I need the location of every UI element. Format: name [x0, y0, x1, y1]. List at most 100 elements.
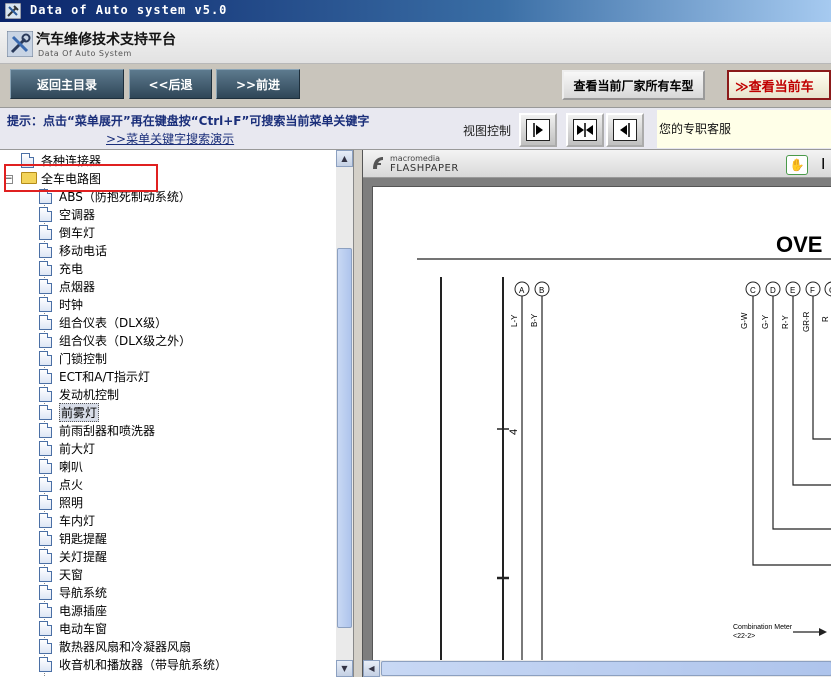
document-icon [39, 314, 52, 330]
wire-label-r: R [821, 316, 830, 322]
tree-item[interactable]: 前雾灯 [39, 402, 100, 422]
svg-text:C: C [750, 286, 756, 295]
tree-item-label: 散热器风扇和冷凝器风扇 [59, 639, 192, 654]
wire-label-gy: G-Y [761, 314, 770, 329]
scroll-left-arrow[interactable]: ◀ [363, 660, 380, 677]
scroll-up-arrow[interactable]: ▲ [336, 150, 353, 167]
arrow-right-icon [533, 123, 543, 137]
document-icon [39, 656, 52, 672]
scroll-down-arrow[interactable]: ▼ [336, 660, 353, 677]
forward-button[interactable]: >>前进 [216, 69, 300, 99]
scroll-thumb[interactable] [337, 248, 352, 628]
document-icon [39, 620, 52, 636]
tree-item-label: 点火 [59, 477, 84, 492]
document-icon [39, 584, 52, 600]
tree-scrollbar[interactable]: ▲ ▼ [336, 150, 353, 677]
tree-item-label: 车内灯 [59, 513, 96, 528]
tree-item-label: 照明 [59, 495, 84, 510]
tree-item[interactable]: 电动车窗 [39, 619, 107, 637]
wire-label-ly: L-Y [510, 314, 519, 327]
tree-item[interactable]: 充电 [39, 259, 83, 277]
tree-item[interactable]: 点烟器 [39, 277, 95, 295]
document-page: OVE A B L-Y B-Y 4 C D E F G-W G-Y R-Y GR… [372, 186, 831, 660]
hint-row: 提示：点击“菜单展开”再在键盘按“Ctrl+F”可搜索当前菜单关键字 >>菜单关… [0, 108, 831, 150]
svg-text:B: B [539, 286, 544, 295]
menu-tree: 各种连接器 − 全车电路图 ABS（防抱死制动系统） 空调器 倒车灯 移动电话 充电 点烟… [0, 150, 336, 677]
tree-item-label: 天窗 [59, 567, 84, 582]
support-link[interactable]: 您的专职客服 [657, 110, 831, 148]
tree-item[interactable]: 组合仪表（DLX级） [39, 313, 167, 331]
document-icon [39, 422, 52, 438]
wire-e [792, 296, 831, 486]
hand-tool-icon[interactable]: ✋ [786, 155, 808, 175]
view-split-button[interactable] [566, 113, 604, 147]
search-demo-link[interactable]: >>菜单关键字搜索演示 [106, 130, 234, 147]
tree-item[interactable]: 车内灯 [39, 511, 95, 529]
menu-tree-panel: 各种连接器 − 全车电路图 ABS（防抱死制动系统） 空调器 倒车灯 移动电话 充电 点烟… [0, 150, 354, 677]
tree-item[interactable]: 导航系统 [39, 583, 107, 601]
text-select-icon[interactable]: I [821, 155, 825, 173]
tree-item[interactable]: 前大灯 [39, 439, 95, 457]
all-models-button[interactable]: 查看当前厂家所有车型 [562, 70, 705, 100]
page-heading: OVE [776, 232, 822, 257]
main-toolbar: 返回主目录 <<后退 >>前进 查看当前厂家所有车型 ≫查看当前车 [0, 64, 831, 108]
document-icon [39, 512, 52, 528]
view-expand-right-button[interactable] [519, 113, 557, 147]
tree-item[interactable]: 移动电话 [39, 241, 107, 259]
current-model-button[interactable]: ≫查看当前车 [727, 70, 831, 100]
svg-text:F: F [810, 286, 815, 295]
app-title-en: Data Of Auto System [38, 49, 132, 58]
tree-item[interactable]: 电源插座 [39, 601, 107, 619]
app-window: Data of Auto system v5.0 汽车维修技术支持平台 Data… [0, 0, 831, 677]
tree-item[interactable]: 发动机控制 [39, 385, 119, 403]
document-icon [39, 242, 52, 258]
back-button[interactable]: <<后退 [129, 69, 212, 99]
tree-item[interactable]: 倒车灯 [39, 223, 95, 241]
tree-item-label: 充电 [59, 261, 84, 276]
tree-item-label: 导航系统 [59, 585, 108, 600]
wire-label-ry: R-Y [781, 315, 790, 329]
tree-item-label: 倒车灯 [59, 225, 96, 240]
tree-item[interactable]: 点火 [39, 475, 83, 493]
tree-item[interactable]: 照明 [39, 493, 83, 511]
brand-name: FLASHPAPER [390, 163, 459, 174]
tree-item[interactable]: 钥匙提醒 [39, 529, 107, 547]
arrow-left-icon [620, 123, 630, 137]
svg-text:E: E [790, 286, 795, 295]
connector-c: C [745, 281, 761, 297]
tree-item[interactable]: 组合仪表（DLX级之外） [39, 331, 191, 349]
tree-item-label: 点烟器 [59, 279, 96, 294]
tree-item[interactable]: 前雨刮器和喷洗器 [39, 421, 155, 439]
view-expand-left-button[interactable] [606, 113, 644, 147]
tree-item[interactable]: 收音机和播放器（带导航系统） [39, 655, 227, 673]
wire-label-by: B-Y [530, 313, 539, 327]
tree-item[interactable]: 散热器风扇和冷凝器风扇 [39, 637, 191, 655]
tree-item[interactable]: 天窗 [39, 565, 83, 583]
document-icon [39, 566, 52, 582]
tree-item[interactable]: 喇叭 [39, 457, 83, 475]
tree-item[interactable]: 门锁控制 [39, 349, 107, 367]
flashpaper-logo-icon [373, 157, 383, 169]
tree-item-label: 收音机和播放器（带导航系统） [59, 657, 228, 672]
document-icon [39, 404, 52, 420]
document-icon [39, 476, 52, 492]
tree-item[interactable]: ECT和A/T指示灯 [39, 367, 150, 385]
hscroll-thumb[interactable] [381, 661, 831, 676]
tree-item[interactable]: 时钟 [39, 295, 83, 313]
document-icon [39, 440, 52, 456]
tree-item-label: 发动机控制 [59, 387, 120, 402]
document-viewer: macromedia FLASHPAPER ✋ I OVE A B L-Y B-… [362, 150, 831, 677]
brand-small: macromedia [390, 154, 441, 163]
home-button[interactable]: 返回主目录 [10, 69, 124, 99]
viewer-hscrollbar[interactable]: ◀ [363, 660, 831, 677]
tree-item-label: 前雾灯 [59, 402, 100, 422]
tools-logo-icon [7, 31, 33, 57]
tree-item-label: ECT和A/T指示灯 [59, 369, 150, 384]
tree-item-label: 组合仪表（DLX级之外） [59, 333, 192, 348]
annotation-line2: <22-2> [733, 633, 755, 640]
tree-item-label: 喇叭 [59, 459, 84, 474]
view-control-label: 视图控制 [463, 124, 512, 138]
flashpaper-toolbar: macromedia FLASHPAPER ✋ I [363, 150, 831, 178]
tree-item[interactable]: 空调器 [39, 205, 95, 223]
tree-item[interactable]: 关灯提醒 [39, 547, 107, 565]
